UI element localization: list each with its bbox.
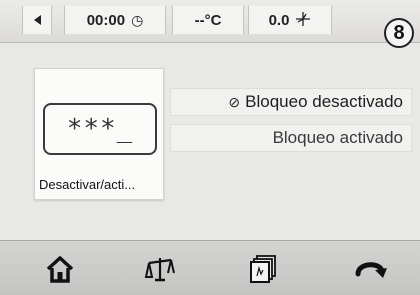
fan-icon [295,11,311,30]
bottom-nav [0,240,420,295]
cards-icon [250,255,276,283]
device-screen: 00:00 ◷ --°C 0.0 8 ***_ Desactivar/acti.… [0,0,420,295]
balance-icon [144,258,175,282]
option-lock-enabled[interactable]: Bloqueo activado [170,124,412,152]
lock-toggle-tile[interactable]: ***_ Desactivar/acti... [34,68,164,200]
status-bar: 00:00 ◷ --°C 0.0 8 [0,0,420,48]
option-lock-disabled[interactable]: ⊘ Bloqueo desactivado [170,88,412,116]
back-arrow-icon [33,15,41,25]
cards-button[interactable] [243,253,283,285]
step-badge: 8 [384,18,414,48]
return-button[interactable] [350,253,390,285]
balance-button[interactable] [140,253,180,285]
temperature-value: --°C [194,11,222,29]
home-icon [46,256,74,283]
option-label: Bloqueo desactivado [245,92,403,111]
back-button[interactable] [22,6,52,34]
option-label: Bloqueo activado [272,128,403,147]
clock-icon: ◷ [131,11,144,28]
fan-value: 0.0 [268,11,290,29]
return-icon [355,262,387,278]
time-display: 00:00 ◷ [64,6,166,34]
tile-label: Desactivar/acti... [39,177,136,192]
fan-display: 0.0 [248,6,332,34]
temperature-display: --°C [172,6,244,34]
time-value: 00:00 [86,11,126,29]
password-icon: ***_ [43,103,157,155]
password-mask: ***_ [66,114,134,144]
selected-check-icon: ⊘ [228,93,241,110]
home-button[interactable] [40,253,80,285]
